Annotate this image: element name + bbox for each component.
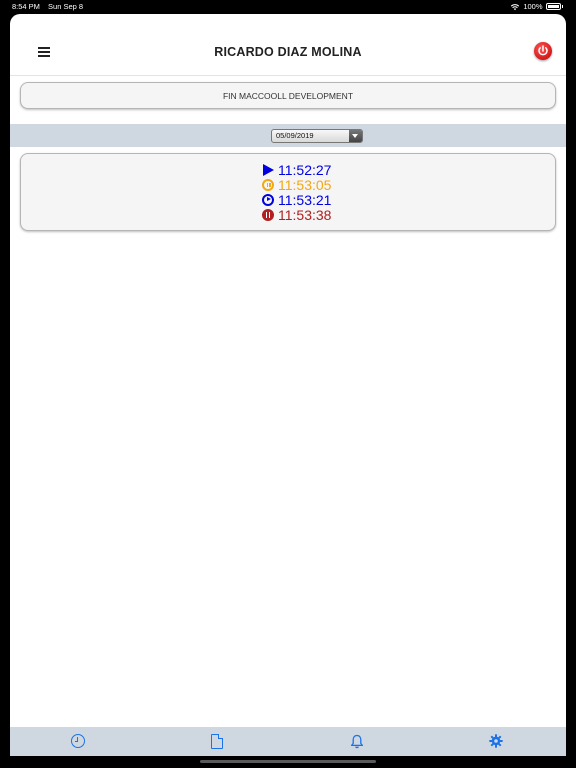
clock-icon[interactable] [71, 734, 85, 748]
page-title: RICARDO DIAZ MOLINA [214, 45, 362, 59]
status-right: 100% [510, 2, 563, 11]
time-entry-value: 11:53:38 [278, 206, 332, 223]
status-bar: 8:54 PM Sun Sep 8 100% [0, 0, 576, 13]
pause-circle-icon [262, 178, 274, 191]
time-entry: 11:53:21 [262, 191, 332, 208]
time-entries-card: 11:52:27 11:53:05 11:53:21 11:53:38 [20, 153, 556, 231]
power-icon[interactable] [534, 42, 552, 60]
battery-icon [545, 3, 561, 10]
date-filter-bar: 05/09/2019 [10, 124, 566, 147]
project-name: FIN MACCOOLL DEVELOPMENT [222, 91, 354, 101]
tab-bar [10, 727, 566, 756]
time-entry: 11:52:27 [262, 161, 332, 178]
battery-percent: 100% [523, 2, 543, 11]
gear-icon[interactable] [489, 734, 503, 748]
date-dropdown[interactable]: 05/09/2019 [271, 129, 363, 143]
chevron-down-icon [349, 130, 362, 142]
document-icon[interactable] [211, 733, 224, 749]
status-date: Sun Sep 8 [48, 2, 84, 11]
time-entry: 11:53:38 [262, 206, 332, 223]
navigation-bar: RICARDO DIAZ MOLINA [10, 14, 566, 76]
home-indicator[interactable] [200, 760, 376, 763]
time-entry-value: 11:53:21 [278, 191, 332, 208]
time-entry-value: 11:52:27 [278, 161, 332, 178]
power-symbol-icon [538, 45, 548, 56]
time-entry: 11:53:05 [262, 176, 332, 193]
time-entry-list: 11:52:27 11:53:05 11:53:21 11:53:38 [262, 161, 332, 223]
play-icon [263, 163, 274, 176]
app-screen: RICARDO DIAZ MOLINA FIN MACCOOLL DEVELOP… [10, 14, 566, 756]
bell-icon[interactable] [350, 734, 364, 749]
time-entry-value: 11:53:05 [278, 176, 332, 193]
date-value: 05/09/2019 [276, 131, 314, 140]
battery-tip [561, 5, 563, 8]
wifi-icon [511, 3, 520, 10]
status-left: 8:54 PM Sun Sep 8 [12, 2, 89, 11]
play-circle-icon [262, 193, 274, 206]
pause-filled-circle-icon [262, 208, 274, 221]
project-selector[interactable]: FIN MACCOOLL DEVELOPMENT [20, 82, 556, 109]
status-time: 8:54 PM [12, 2, 40, 11]
